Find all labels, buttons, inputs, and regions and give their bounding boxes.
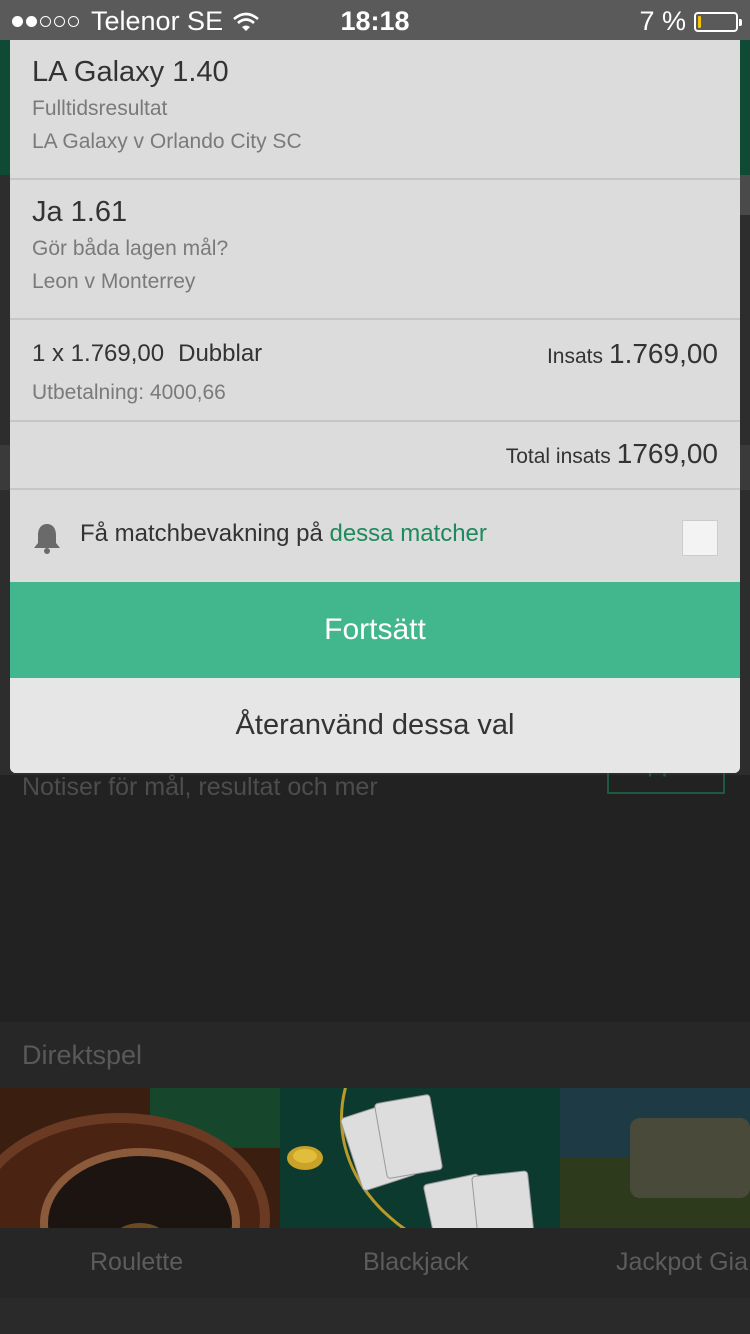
selection-market: Fulltidsresultat [32,97,168,120]
selection-market: Gör båda lagen mål? [32,237,229,260]
game-carousel [0,1088,750,1228]
background-divider [740,175,750,215]
match-alert-checkbox[interactable] [682,520,718,556]
total-stake-value: 1769,00 [616,438,718,469]
stake-multiplier: 1 x 1.769,00 [32,340,165,367]
stake-value: 1.769,00 [609,338,718,369]
match-alert-label: Få matchbevakning på [80,520,323,547]
game-label-blackjack[interactable]: Blackjack [363,1248,469,1277]
selection-event: LA Galaxy v Orlando City SC [32,130,302,153]
notifications-promo-text: Notiser för mål, resultat och mer [22,773,378,801]
status-right: 7 % [639,6,742,37]
jackpot-giant-logo [630,1118,750,1198]
continue-button[interactable]: Fortsätt [10,582,740,678]
playing-card-image [471,1170,536,1228]
background-footer [0,1298,750,1334]
background-banner-edge [0,40,10,175]
stake-row: 1 x 1.769,00 Dubblar Utbetalning: 4000,66… [10,320,740,422]
reuse-selections-button[interactable]: Återanvänd dessa val [10,678,740,773]
stake-summary: 1 x 1.769,00 Dubblar [32,340,262,368]
total-stake-label: Total insats [505,445,611,468]
total-stake-row: Total insats 1769,00 [10,422,740,490]
payout-text: Utbetalning: 4000,66 [32,381,226,404]
selection-event: Leon v Monterrey [32,270,196,293]
stake-label: Insats [546,345,603,368]
match-alert-text: Få matchbevakning på dessa matcher [80,520,487,548]
selection-title: LA Galaxy 1.40 [32,56,229,88]
bet-selection: Ja 1.61 Gör båda lagen mål? Leon v Monte… [10,180,740,320]
clock: 18:18 [340,6,410,36]
game-tile-blackjack[interactable] [280,1088,560,1228]
section-title: Direktspel [22,1040,143,1070]
total-stake: Total insats 1769,00 [506,438,718,470]
betslip-confirmation-modal: LA Galaxy 1.40 Fulltidsresultat LA Galax… [10,40,740,773]
stake-amount: Insats 1.769,00 [547,338,718,370]
game-label-roulette[interactable]: Roulette [90,1248,183,1277]
background-panel [0,775,750,1025]
game-labels-row: Roulette Blackjack Jackpot Gia [0,1228,750,1298]
bet-type: Dubblar [178,340,263,367]
battery-icon [694,11,742,32]
selection-title: Ja 1.61 [32,196,128,228]
status-bar: Telenor SE 18:18 7 % [0,0,750,40]
game-tile-jackpot-giant[interactable] [560,1088,750,1228]
game-tile-roulette[interactable] [0,1088,280,1228]
game-label-jackpot[interactable]: Jackpot Gia [616,1248,748,1277]
background-banner-edge [740,40,750,175]
battery-percent: 7 % [639,6,686,36]
match-alert-link[interactable]: dessa matcher [329,520,486,547]
bet-selection: LA Galaxy 1.40 Fulltidsresultat LA Galax… [10,40,740,180]
casino-chip-icon [287,1146,323,1170]
match-alert-row: Få matchbevakning på dessa matcher [10,490,740,582]
bell-icon [34,524,60,554]
